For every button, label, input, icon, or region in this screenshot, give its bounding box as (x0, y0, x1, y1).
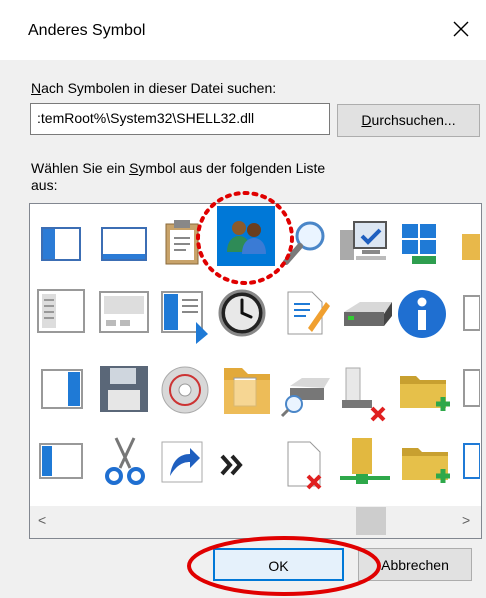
window-left-pane-icon[interactable] (40, 224, 84, 264)
shortcut-arrow-icon[interactable] (160, 440, 204, 484)
title-bar: Anderes Symbol (0, 0, 486, 60)
search-file-label: Nach Symbolen in dieser Datei suchen: (31, 80, 276, 96)
scissors-icon[interactable] (100, 434, 150, 488)
floppy-icon[interactable] (98, 364, 152, 414)
scroll-left-arrow[interactable]: < (38, 512, 46, 528)
ok-button[interactable]: OK (213, 548, 344, 581)
search-label-accesskey: N (31, 80, 42, 96)
window-details-icon[interactable] (98, 290, 152, 336)
drive-icon[interactable] (340, 296, 396, 336)
window-blank-icon[interactable] (100, 224, 150, 264)
dialog-title: Anderes Symbol (28, 22, 146, 39)
folder-partial-icon[interactable] (458, 224, 480, 268)
browse-label: urchsuchen... (371, 112, 456, 128)
close-icon[interactable] (446, 14, 476, 44)
browse-accesskey: D (361, 112, 372, 128)
choose-label-pre: Wählen Sie ein (31, 160, 130, 176)
folder-network-icon[interactable] (336, 434, 396, 492)
clipboard-icon[interactable] (160, 218, 206, 268)
document-edit-icon[interactable] (284, 288, 330, 338)
cd-icon[interactable] (158, 364, 212, 416)
network-drive-disconnected-icon[interactable] (338, 364, 394, 424)
browse-button[interactable]: Durchsuchen... (337, 104, 480, 137)
choose-label-rest: ymbol aus der folgenden Liste (138, 160, 326, 176)
search-label-rest: ach Symbolen in dieser Datei suchen: (41, 80, 277, 96)
horizontal-scrollbar[interactable] (30, 506, 481, 538)
document-delete-icon[interactable] (282, 438, 330, 492)
window-partial-icon[interactable] (462, 440, 480, 484)
window-arrow-icon[interactable] (160, 290, 210, 344)
window-partial-icon[interactable] (462, 366, 480, 412)
clock-icon[interactable] (218, 286, 268, 340)
folder-documents-icon[interactable] (220, 362, 274, 418)
window-blue-sidebar-icon[interactable] (40, 368, 86, 412)
window-partial-icon[interactable] (462, 292, 480, 336)
folder-add-icon[interactable] (400, 442, 456, 488)
network-drive-search-icon[interactable] (280, 372, 336, 418)
info-icon[interactable] (396, 286, 448, 342)
scrollbar-thumb[interactable] (356, 507, 386, 535)
magnifier-icon[interactable] (280, 218, 330, 268)
users-icon[interactable] (222, 214, 270, 258)
windows-logo-icon[interactable] (398, 220, 450, 270)
window-sidebar-icon[interactable] (38, 440, 86, 482)
choose-icon-label-line2: aus: (31, 177, 58, 193)
double-chevron-icon[interactable] (218, 450, 248, 480)
change-icon-dialog: Anderes Symbol Nach Symbolen in dieser D… (0, 0, 486, 598)
cancel-button[interactable]: Abbrechen (358, 548, 472, 581)
monitor-network-icon[interactable] (338, 218, 390, 268)
folder-add-icon[interactable] (398, 366, 454, 420)
file-path-input[interactable]: :temRoot%\System32\SHELL32.dll (30, 103, 330, 135)
choose-icon-label: Wählen Sie ein Symbol aus der folgenden … (31, 160, 325, 176)
window-columns-icon[interactable] (36, 288, 88, 336)
scroll-right-arrow[interactable]: > (462, 512, 470, 528)
choose-label-accesskey: S (129, 160, 139, 176)
